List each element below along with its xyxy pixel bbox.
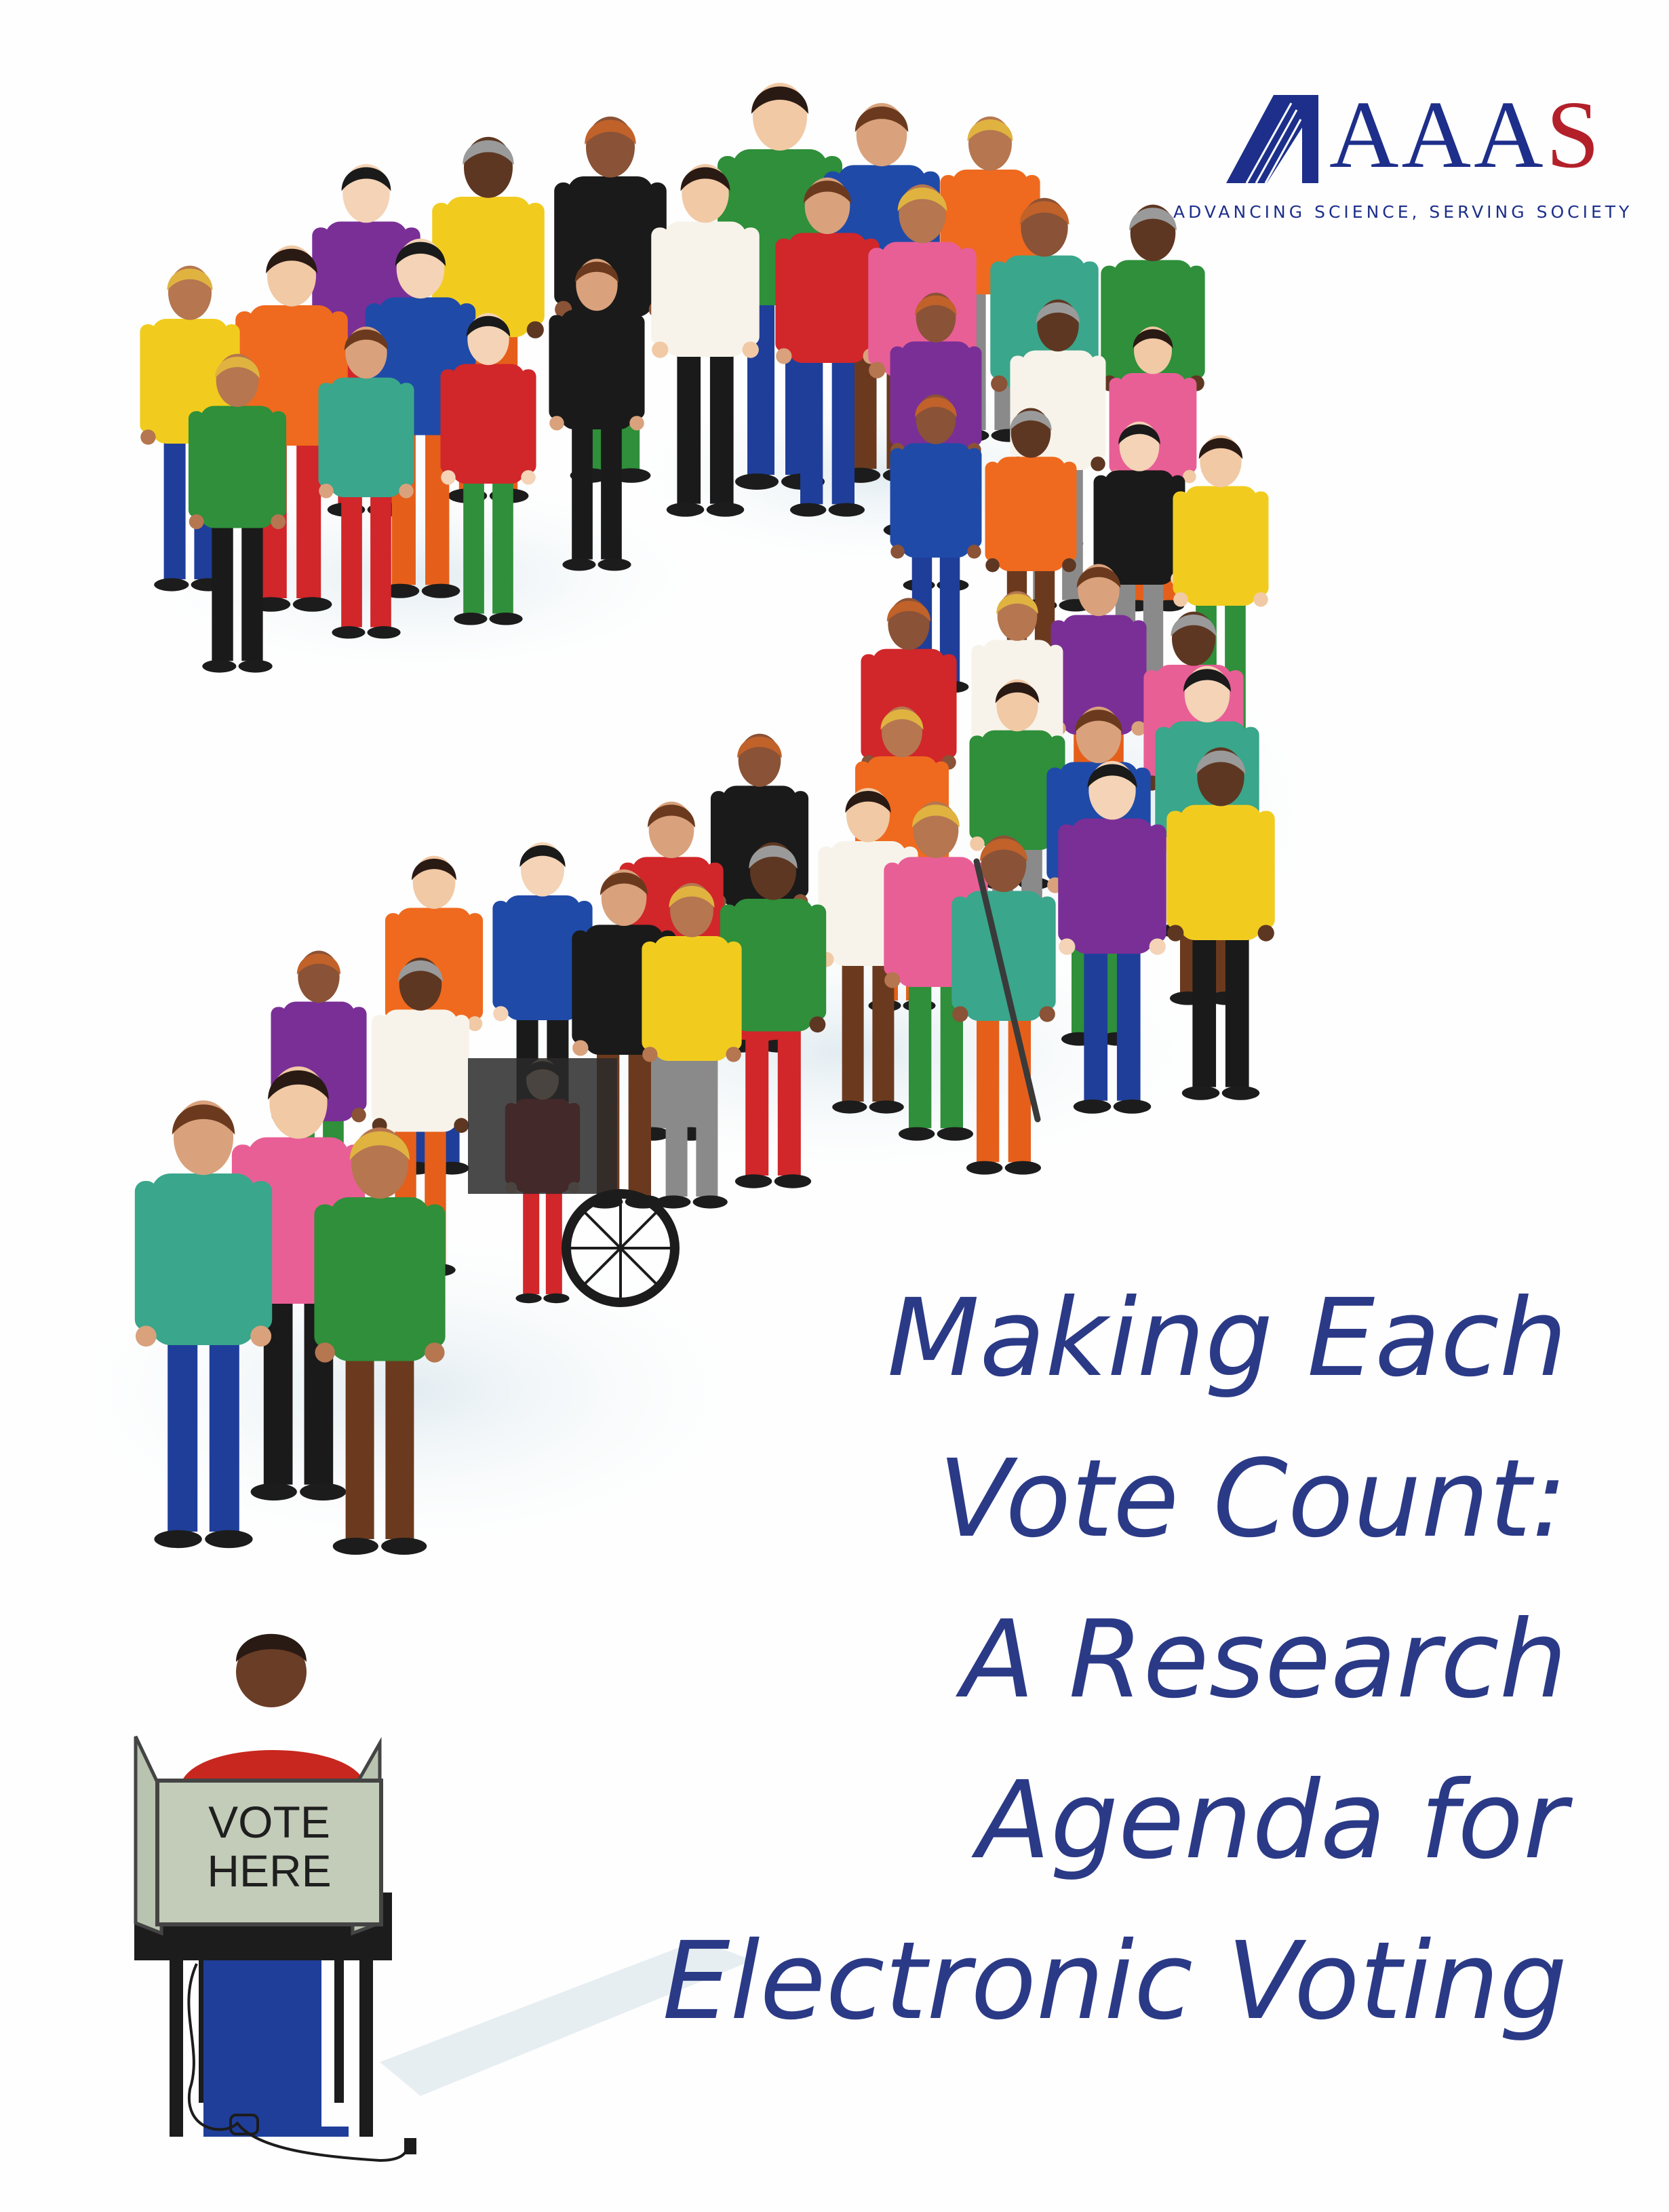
booth-sign: VOTE HERE (157, 1798, 381, 1895)
aaas-logo-icon (1226, 95, 1318, 183)
title-line-1: Making Each (887, 1276, 1567, 1401)
booth-sign-line-2: HERE (207, 1846, 332, 1896)
title-line-5: Electronic Voting (662, 1919, 1567, 2044)
title-line-4: Agenda for (977, 1758, 1567, 1883)
booth-sign-line-1: VOTE (208, 1797, 330, 1847)
title-line-2: Vote Count: (938, 1437, 1567, 1561)
voting-booth-icon (134, 1633, 416, 2162)
aaas-logo: AAAS ADVANCING SCIENCE, SERVING SOCIETY (1173, 81, 1629, 231)
book-cover: VOTE HERE AAAS ADVANCING SCIENCE, SERVIN… (0, 0, 1669, 2212)
wordmark-main: AAA (1329, 81, 1546, 188)
title-line-3: A Research (961, 1597, 1567, 1722)
wordmark-last-letter: S (1546, 81, 1603, 188)
aaas-wordmark: AAAS (1329, 80, 1603, 189)
aaas-tagline: ADVANCING SCIENCE, SERVING SOCIETY (1173, 202, 1633, 222)
cover-title: Making Each Vote Count: A Research Agend… (618, 1258, 1567, 2062)
